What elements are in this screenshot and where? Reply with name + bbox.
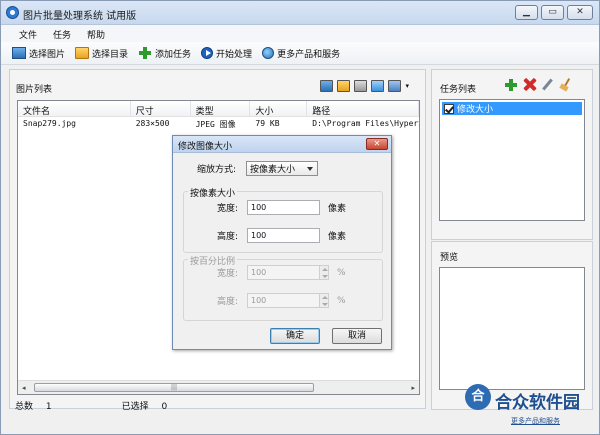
task-list-panel: 任务列表 修改大小 [431,69,593,240]
col-filename[interactable]: 文件名 [18,101,131,117]
resize-dialog: 修改图像大小 ✕ 缩放方式: 按像素大小 按像素大小 宽度: 100 像素 高度… [172,135,392,350]
task-item[interactable]: 修改大小 [442,102,582,115]
task-list-title: 任务列表 [440,85,477,95]
plus-icon [138,47,152,59]
select-images-label: 选择图片 [29,49,66,60]
percent-height-spinner[interactable] [319,293,329,308]
height-input[interactable]: 100 [247,228,320,243]
percent-width-unit: % [337,267,346,278]
ok-button[interactable]: 确定 [270,328,320,344]
add-task-icon[interactable] [504,78,518,91]
select-dir-button[interactable]: 选择目录 [70,43,133,63]
preview-box [439,267,585,390]
mode-select-value: 按像素大小 [250,165,296,175]
globe-icon [262,47,275,59]
menu-task[interactable]: 任务 [45,25,79,42]
chevron-down-icon [307,167,314,171]
cell-size: 283×500 [135,119,170,128]
table-header: 文件名 尺寸 类型 大小 路径 [18,101,419,117]
table-row[interactable]: Snap279.jpg 283×500 JPEG 图像 79 KB D:\Pro… [18,117,419,131]
preview-title: 预览 [440,253,459,263]
clear-icon[interactable] [371,80,385,92]
select-images-button[interactable]: 选择图片 [7,43,70,63]
percent-width-input[interactable]: 100 [247,265,320,280]
height-unit: 像素 [328,232,347,242]
add-task-label: 添加任务 [155,49,192,60]
percent-width-label: 宽度: [217,269,239,279]
app-window: 图片批量处理系统 试用版 ▁ ▭ ✕ 文件 任务 帮助 选择图片 选择目录 添加… [0,0,600,435]
scroll-right-icon[interactable]: ▸ [411,384,415,392]
selected-value: 0 [161,402,168,412]
image-icon [12,47,26,59]
scroll-left-icon[interactable]: ◂ [22,384,26,392]
play-icon [201,47,214,59]
total-label: 总数 [15,402,34,412]
folder-icon [75,47,90,59]
percent-height-unit: % [337,295,346,306]
close-button[interactable]: ✕ [567,5,593,20]
chevron-down-icon[interactable]: ▾ [405,82,409,90]
title-bar[interactable]: 图片批量处理系统 试用版 ▁ ▭ ✕ [1,1,599,25]
col-size[interactable]: 尺寸 [131,101,191,117]
mode-select[interactable]: 按像素大小 [246,161,319,176]
col-filesize[interactable]: 大小 [250,101,308,117]
watermark-text: 合众软件园 [495,393,580,413]
horizontal-scrollbar[interactable]: ◂ ||| ▸ [18,380,419,394]
status-bar: 总数 1 已选择 0 [15,399,177,412]
wrench-icon[interactable] [541,78,554,91]
total-value: 1 [45,402,52,412]
watermark-link[interactable]: 更多产品和服务 [511,416,560,426]
task-item-label: 修改大小 [457,105,494,115]
minimize-button[interactable]: ▁ [515,5,538,20]
start-button[interactable]: 开始处理 [196,43,257,63]
width-label: 宽度: [217,204,239,214]
menu-help[interactable]: 帮助 [79,25,113,42]
remove-image-icon[interactable] [354,80,368,92]
select-dir-label: 选择目录 [92,49,129,60]
dialog-title: 修改图像大小 [178,142,233,152]
scroll-thumb[interactable]: ||| [34,383,314,392]
width-input[interactable]: 100 [247,200,320,215]
image-list-title: 图片列表 [16,85,53,95]
menu-file[interactable]: 文件 [11,25,45,42]
percent-width-spinner[interactable] [319,265,329,280]
watermark: 合 合众软件园 更多产品和服务 [465,384,599,432]
cancel-button[interactable]: 取消 [332,328,382,344]
col-type[interactable]: 类型 [191,101,251,117]
more-services-label: 更多产品和服务 [277,49,341,60]
broom-icon[interactable] [559,78,572,91]
width-unit: 像素 [328,204,347,214]
pixel-group-label: 按像素大小 [188,186,238,199]
window-title: 图片批量处理系统 试用版 [23,11,137,22]
percent-height-input[interactable]: 100 [247,293,320,308]
delete-icon[interactable] [523,78,536,91]
main-toolbar: 选择图片 选择目录 添加任务 开始处理 更多产品和服务 [1,42,599,65]
task-list[interactable]: 修改大小 [439,99,585,221]
cell-filesize: 79 KB [255,119,280,128]
cell-filename: Snap279.jpg [23,119,76,128]
maximize-button[interactable]: ▭ [541,5,564,20]
app-icon [6,6,19,19]
cell-type: JPEG 图像 [195,120,236,129]
folder-icon[interactable] [337,80,351,92]
add-task-button[interactable]: 添加任务 [133,43,196,63]
selected-label: 已选择 [121,402,149,412]
dialog-close-button[interactable]: ✕ [366,138,388,150]
mode-label: 缩放方式: [197,165,237,175]
task-checkbox[interactable] [444,103,454,114]
view-icon[interactable] [388,80,402,92]
menu-bar: 文件 任务 帮助 [1,25,599,42]
col-path[interactable]: 路径 [307,101,419,117]
cell-path: D:\Program Files\HyperSn [312,119,419,128]
watermark-logo: 合 [465,384,491,410]
start-label: 开始处理 [216,49,253,60]
image-icon[interactable] [320,80,334,92]
more-services-button[interactable]: 更多产品和服务 [257,43,345,63]
dialog-title-bar[interactable]: 修改图像大小 ✕ [173,136,391,153]
percent-height-label: 高度: [217,297,239,307]
height-label: 高度: [217,232,239,242]
